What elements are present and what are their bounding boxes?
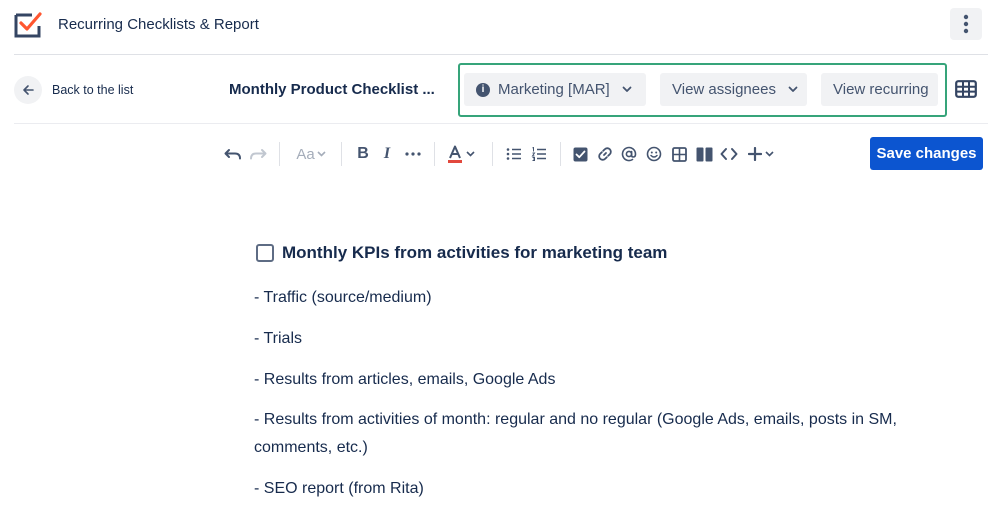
bullet-list-icon bbox=[506, 148, 521, 160]
layouts-button[interactable] bbox=[694, 143, 714, 165]
more-vertical-icon bbox=[963, 14, 969, 34]
app-title: Recurring Checklists & Report bbox=[58, 16, 259, 33]
table-icon bbox=[671, 146, 687, 162]
undo-button[interactable] bbox=[223, 143, 243, 165]
back-to-list-label: Back to the list bbox=[52, 83, 134, 97]
undo-icon bbox=[224, 149, 241, 160]
app-logo-icon bbox=[12, 8, 44, 40]
arrow-left-icon bbox=[14, 76, 42, 104]
table-grid-icon bbox=[955, 80, 977, 98]
toolbar-divider bbox=[14, 123, 988, 124]
action-item-icon bbox=[573, 147, 587, 161]
page-title: Monthly Product Checklist ... bbox=[229, 81, 435, 98]
code-button[interactable] bbox=[719, 143, 739, 165]
list-item: - Trials bbox=[254, 330, 302, 347]
bold-icon: B bbox=[357, 145, 369, 162]
view-recurring-button[interactable]: View recurring bbox=[821, 73, 938, 106]
numbered-list-icon bbox=[531, 147, 546, 161]
list-item: - Results from articles, emails, Google … bbox=[254, 371, 556, 388]
back-to-list-button[interactable]: Back to the list bbox=[14, 75, 133, 105]
save-changes-button[interactable]: Save changes bbox=[870, 137, 983, 170]
toolbar-separator bbox=[341, 142, 342, 166]
insert-menu-dropdown[interactable] bbox=[745, 143, 777, 165]
more-formatting-icon bbox=[405, 152, 421, 156]
view-recurring-label: View recurring bbox=[833, 81, 929, 98]
toolbar-separator bbox=[434, 142, 435, 166]
chevron-down-icon bbox=[788, 86, 798, 93]
toolbar-separator bbox=[279, 142, 280, 166]
toolbar-separator bbox=[560, 142, 561, 166]
task-title: Monthly KPIs from activities for marketi… bbox=[282, 243, 668, 262]
toolbar-separator bbox=[492, 142, 493, 166]
emoji-button[interactable] bbox=[645, 143, 663, 165]
view-assignees-dropdown[interactable]: View assignees bbox=[660, 73, 807, 106]
bullet-list-button[interactable] bbox=[505, 143, 523, 165]
chevron-down-icon bbox=[622, 86, 632, 93]
list-item: - Results from activities of month: regu… bbox=[254, 411, 897, 456]
list-item: - Traffic (source/medium) bbox=[254, 289, 432, 306]
project-dropdown[interactable]: i Marketing [MAR] bbox=[464, 73, 646, 106]
header-divider bbox=[14, 54, 988, 55]
project-label: Marketing [MAR] bbox=[498, 81, 610, 98]
more-formatting-button[interactable] bbox=[403, 143, 423, 165]
bold-button[interactable]: B bbox=[354, 143, 372, 165]
redo-button[interactable] bbox=[248, 143, 268, 165]
chevron-down-icon bbox=[765, 151, 774, 157]
more-options-button[interactable] bbox=[950, 8, 982, 40]
task-item: Monthly KPIs from activities for marketi… bbox=[256, 243, 667, 263]
mention-button[interactable] bbox=[620, 143, 638, 165]
italic-icon: I bbox=[383, 145, 391, 162]
table-view-button[interactable] bbox=[953, 76, 979, 102]
text-color-dropdown[interactable] bbox=[445, 143, 477, 165]
redo-icon bbox=[250, 149, 267, 160]
insert-plus-icon bbox=[748, 147, 762, 161]
link-button[interactable] bbox=[596, 143, 614, 165]
text-color-icon bbox=[448, 145, 462, 163]
link-icon bbox=[598, 147, 612, 161]
code-icon bbox=[720, 148, 738, 160]
numbered-list-button[interactable] bbox=[530, 143, 548, 165]
view-assignees-label: View assignees bbox=[672, 81, 776, 98]
task-checkbox[interactable] bbox=[256, 244, 274, 262]
list-item: - SEO report (from Rita) bbox=[254, 480, 424, 497]
italic-button[interactable]: I bbox=[379, 143, 395, 165]
action-item-button[interactable] bbox=[571, 143, 589, 165]
emoji-icon bbox=[646, 146, 662, 162]
info-icon: i bbox=[476, 82, 490, 97]
text-style-dropdown[interactable]: Aa bbox=[293, 143, 329, 165]
text-style-icon: Aa bbox=[296, 145, 315, 163]
app-header: Recurring Checklists & Report bbox=[0, 0, 999, 52]
layouts-icon bbox=[696, 147, 712, 161]
table-button[interactable] bbox=[670, 143, 688, 165]
mention-icon bbox=[621, 146, 637, 162]
